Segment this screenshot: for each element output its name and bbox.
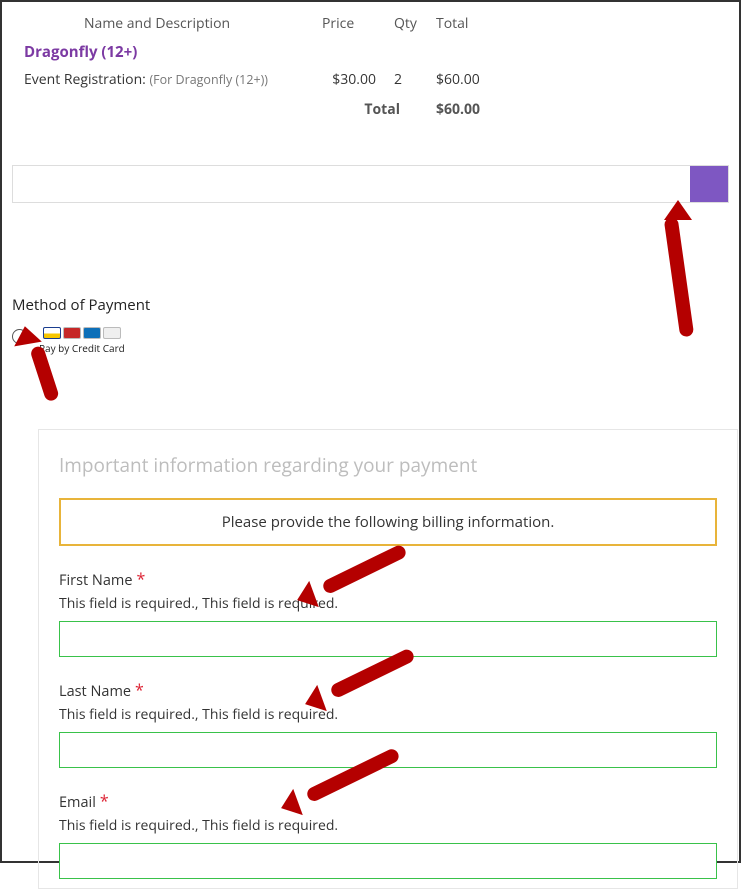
billing-notice: Please provide the following billing inf…: [59, 498, 717, 546]
product-name-link[interactable]: Dragonfly (12+): [24, 42, 137, 62]
proceed-bar: [12, 165, 729, 203]
order-header-row: Name and Description Price Qty Total: [14, 10, 727, 37]
product-row: Dragonfly (12+): [14, 39, 727, 65]
required-asterisk: *: [100, 790, 109, 812]
proceed-button[interactable]: [690, 166, 728, 202]
line-item-row: Event Registration: (For Dragonfly (12+)…: [14, 67, 727, 92]
totals-label: Total: [316, 94, 428, 125]
line-item-label: Event Registration:: [24, 70, 146, 89]
email-error: This field is required., This field is r…: [59, 816, 717, 835]
last-name-error: This field is required., This field is r…: [59, 705, 717, 724]
line-item-detail: (For Dragonfly (12+)): [150, 71, 268, 88]
amex-icon: [83, 327, 101, 339]
first-name-field-group: First Name* This field is required., Thi…: [59, 568, 717, 657]
discover-icon: [103, 327, 121, 339]
required-asterisk: *: [135, 679, 144, 701]
totals-amount: $60.00: [430, 94, 510, 125]
first-name-error: This field is required., This field is r…: [59, 594, 717, 613]
email-input[interactable]: [59, 843, 717, 879]
first-name-input[interactable]: [59, 621, 717, 657]
billing-panel-heading: Important information regarding your pay…: [59, 452, 717, 478]
credit-card-icons-block: Pay by Credit Card: [39, 327, 125, 355]
line-item-price: $30.00: [316, 67, 386, 92]
col-header-total: Total: [430, 10, 510, 37]
last-name-label: Last Name: [59, 682, 131, 701]
payment-method-title: Method of Payment: [12, 295, 729, 315]
email-label: Email: [59, 793, 96, 812]
col-header-qty: Qty: [388, 10, 428, 37]
line-item-qty: 2: [388, 67, 428, 92]
visa-icon: [43, 327, 61, 339]
payment-option-credit-card[interactable]: Pay by Credit Card: [12, 327, 729, 355]
email-field-group: Email* This field is required., This fie…: [59, 790, 717, 879]
col-header-price: Price: [316, 10, 386, 37]
first-name-label: First Name: [59, 571, 132, 590]
order-summary-table: Name and Description Price Qty Total Dra…: [12, 8, 729, 127]
totals-row: Total $60.00: [14, 94, 727, 125]
col-header-name: Name and Description: [14, 10, 314, 37]
required-asterisk: *: [136, 568, 145, 590]
line-item-total: $60.00: [430, 67, 510, 92]
payment-method-section: Method of Payment Pay by Credit Card: [12, 295, 729, 355]
mastercard-icon: [63, 327, 81, 339]
credit-card-caption: Pay by Credit Card: [39, 341, 125, 355]
